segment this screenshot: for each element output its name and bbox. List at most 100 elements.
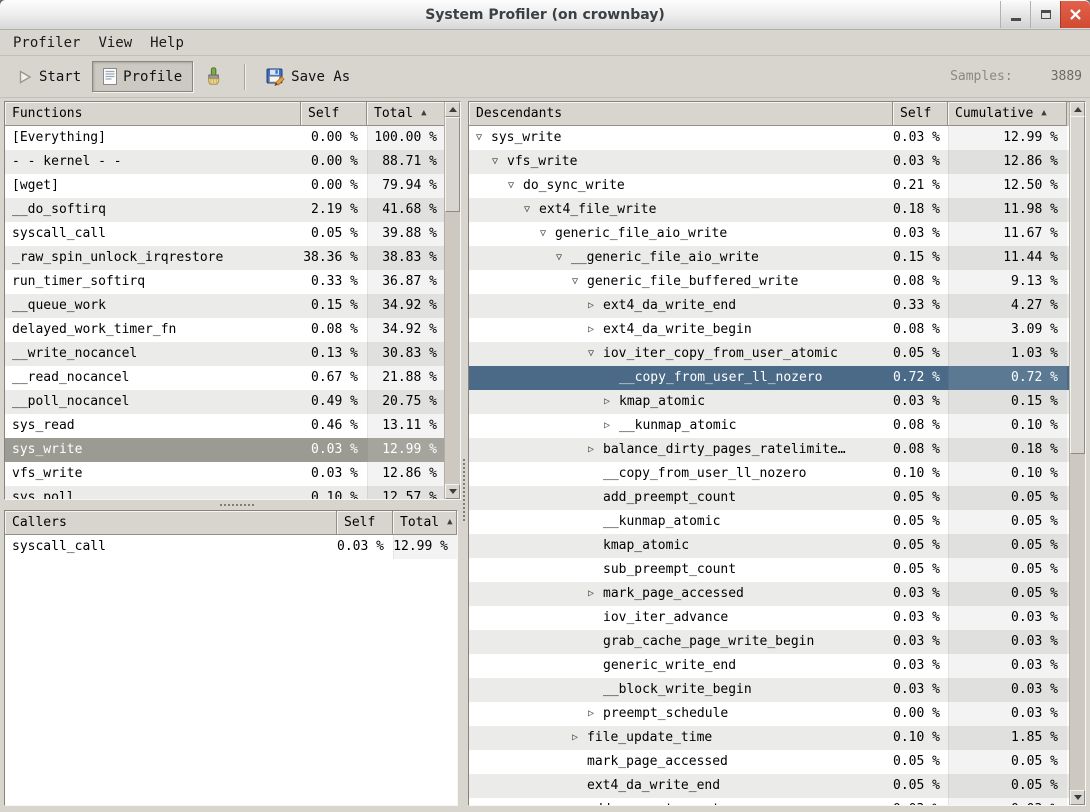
table-row[interactable]: ▽ext4_file_write0.18 %11.98 % [469,198,1069,222]
column-header-total[interactable]: Total▲ [367,102,444,126]
expander-closed-icon[interactable]: ▷ [588,702,603,726]
table-row[interactable]: __poll_nocancel0.49 %20.75 % [5,390,444,414]
function-name: __queue_work [12,294,106,318]
menu-profiler[interactable]: Profiler [4,32,89,54]
vertical-splitter[interactable] [461,101,468,806]
table-row[interactable]: [wget]0.00 %79.94 % [5,174,444,198]
table-row[interactable]: __do_softirq2.19 %41.68 % [5,198,444,222]
column-header-functions[interactable]: Functions [5,102,301,126]
table-row[interactable]: __block_write_begin0.03 %0.03 % [469,678,1069,702]
table-row[interactable]: ▽__generic_file_aio_write0.15 %11.44 % [469,246,1069,270]
descendants-scrollbar[interactable] [1069,102,1085,805]
table-row[interactable]: kmap_atomic0.05 %0.05 % [469,534,1069,558]
table-row[interactable]: grab_cache_page_write_begin0.03 %0.03 % [469,630,1069,654]
table-row[interactable]: __copy_from_user_ll_nozero0.10 %0.10 % [469,462,1069,486]
table-row[interactable]: ▷kmap_atomic0.03 %0.15 % [469,390,1069,414]
table-row[interactable]: ▽generic_file_buffered_write0.08 %9.13 % [469,270,1069,294]
table-row[interactable]: ▷preempt_schedule0.00 %0.03 % [469,702,1069,726]
table-row[interactable]: ▽vfs_write0.03 %12.86 % [469,150,1069,174]
table-row[interactable]: sys_write0.03 %12.99 % [5,438,444,462]
expander-open-icon[interactable]: ▽ [572,270,587,294]
expander-open-icon[interactable]: ▽ [508,174,523,198]
profile-button[interactable]: Profile [92,61,193,92]
table-row[interactable]: run_timer_softirq0.33 %36.87 % [5,270,444,294]
table-row[interactable]: ▷file_update_time0.10 %1.85 % [469,726,1069,750]
table-row[interactable]: ▷balance_dirty_pages_ratelimite…0.08 %0.… [469,438,1069,462]
table-row[interactable]: ▷__kunmap_atomic0.08 %0.10 % [469,414,1069,438]
table-row[interactable]: syscall_call0.05 %39.88 % [5,222,444,246]
maximize-button[interactable] [1030,1,1060,28]
scrollbar-thumb[interactable] [445,117,460,212]
expander-open-icon[interactable]: ▽ [492,150,507,174]
table-row[interactable]: generic_write_end0.03 %0.03 % [469,654,1069,678]
function-name: - - kernel - - [12,150,122,174]
table-row[interactable]: ▽do_sync_write0.21 %12.50 % [469,174,1069,198]
column-header-self[interactable]: Self [301,102,367,126]
expander-closed-icon[interactable]: ▷ [604,414,619,438]
table-row[interactable]: sys_poll0.10 %12.57 % [5,486,444,499]
scroll-up-button[interactable] [445,102,460,117]
reset-button[interactable] [193,60,234,93]
table-row[interactable]: ▽generic_file_aio_write0.03 %11.67 % [469,222,1069,246]
table-row[interactable]: ▷ext4_da_write_begin0.08 %3.09 % [469,318,1069,342]
menu-help[interactable]: Help [141,32,193,54]
name-cell: sys_write [5,438,301,462]
table-row[interactable]: mark_page_accessed0.05 %0.05 % [469,750,1069,774]
expander-closed-icon[interactable]: ▷ [604,390,619,414]
scroll-down-button[interactable] [445,484,460,499]
table-row[interactable]: iov_iter_advance0.03 %0.03 % [469,606,1069,630]
function-name: __copy_from_user_ll_nozero [603,462,807,486]
table-row[interactable]: - - kernel - -0.00 %88.71 % [5,150,444,174]
table-row[interactable]: __queue_work0.15 %34.92 % [5,294,444,318]
column-header-total[interactable]: Total▲ [393,511,457,535]
table-row[interactable]: ▷mark_page_accessed0.03 %0.05 % [469,582,1069,606]
table-row[interactable]: syscall_call0.03 %12.99 % [5,535,457,559]
start-button-label: Start [39,69,81,85]
column-header-self[interactable]: Self [337,511,393,535]
minimize-button[interactable] [1000,1,1030,28]
table-row[interactable]: [Everything]0.00 %100.00 % [5,126,444,150]
table-row[interactable]: __write_nocancel0.13 %30.83 % [5,342,444,366]
table-row[interactable]: __copy_from_user_ll_nozero0.72 %0.72 % [469,366,1069,390]
functions-scrollbar[interactable] [444,102,460,499]
start-button[interactable]: Start [6,62,92,92]
close-button[interactable] [1060,1,1090,28]
save-as-button[interactable]: Save As [255,60,361,93]
table-row[interactable]: vfs_write0.03 %12.86 % [5,462,444,486]
table-row[interactable]: sys_read0.46 %13.11 % [5,414,444,438]
scroll-up-button[interactable] [1070,102,1085,117]
scrollbar-thumb[interactable] [1070,116,1085,454]
expander-closed-icon[interactable]: ▷ [588,318,603,342]
table-row[interactable]: ▽sys_write0.03 %12.99 % [469,126,1069,150]
expander-open-icon[interactable]: ▽ [524,198,539,222]
column-header-self[interactable]: Self [893,102,948,126]
table-row[interactable]: sub_preempt_count0.05 %0.05 % [469,558,1069,582]
title-bar[interactable]: System Profiler (on crownbay) [0,0,1090,30]
table-row[interactable]: add_preempt_count0.03 %0.03 % [469,798,1069,805]
column-header-cumulative[interactable]: Cumulative▲ [948,102,1067,126]
menu-view[interactable]: View [89,32,141,54]
table-row[interactable]: ▷ext4_da_write_end0.33 %4.27 % [469,294,1069,318]
table-row[interactable]: delayed_work_timer_fn0.08 %34.92 % [5,318,444,342]
expander-open-icon[interactable]: ▽ [476,126,491,150]
table-row[interactable]: ext4_da_write_end0.05 %0.05 % [469,774,1069,798]
expander-closed-icon[interactable]: ▷ [588,294,603,318]
scroll-down-button[interactable] [1070,790,1085,805]
table-row[interactable]: __kunmap_atomic0.05 %0.05 % [469,510,1069,534]
expander-closed-icon[interactable]: ▷ [588,438,603,462]
expander-closed-icon[interactable]: ▷ [588,582,603,606]
table-row[interactable]: _raw_spin_unlock_irqrestore38.36 %38.83 … [5,246,444,270]
expander-open-icon[interactable]: ▽ [588,342,603,366]
tree-indent [476,306,588,307]
table-row[interactable]: ▽iov_iter_copy_from_user_atomic0.05 %1.0… [469,342,1069,366]
column-header-callers[interactable]: Callers [5,511,337,535]
expander-closed-icon[interactable]: ▷ [572,726,587,750]
table-row[interactable]: __read_nocancel0.67 %21.88 % [5,366,444,390]
table-row[interactable]: add_preempt_count0.05 %0.05 % [469,486,1069,510]
function-name: preempt_schedule [603,702,728,726]
expander-open-icon[interactable]: ▽ [556,246,571,270]
horizontal-splitter[interactable] [4,500,461,510]
column-header-descendants[interactable]: Descendants [469,102,893,126]
sort-ascending-icon: ▲ [1041,102,1046,125]
expander-open-icon[interactable]: ▽ [540,222,555,246]
